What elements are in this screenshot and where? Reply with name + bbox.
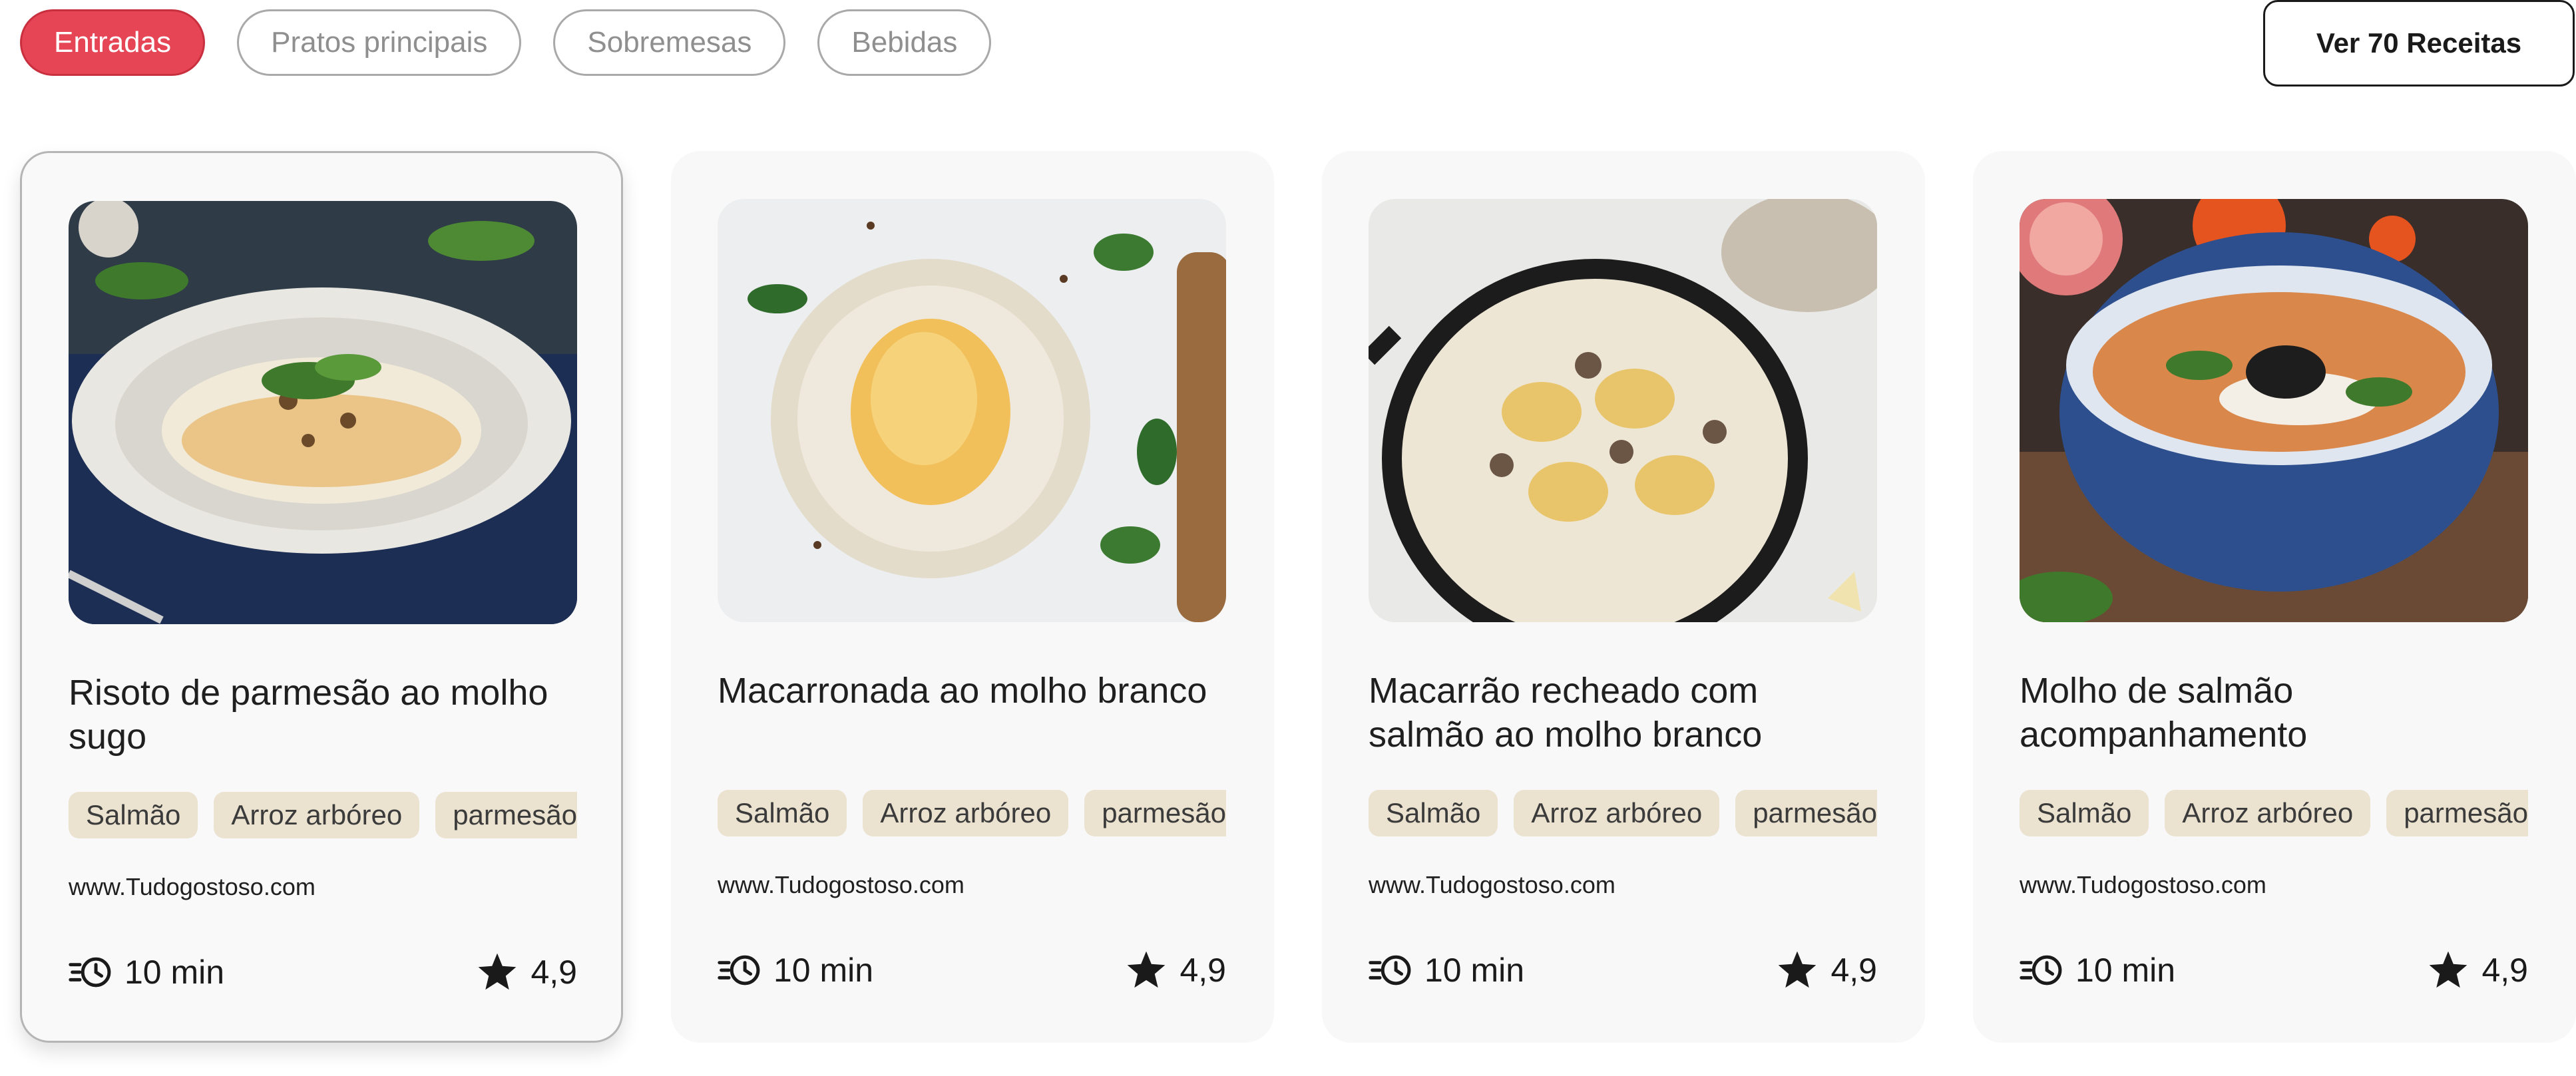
recipe-title: Molho de salmão acompanhamento	[2020, 671, 2308, 755]
rating: 4,9	[2426, 948, 2528, 993]
clock-icon	[69, 957, 111, 987]
ingredient-tags: Salmão Arroz arbóreo parmesão	[2020, 790, 2528, 839]
prep-time-value: 10 min	[1424, 952, 1525, 989]
recipe-photo-ravioli	[1369, 199, 1877, 622]
ingredient-tags: Salmão Arroz arbóreo parmesão	[718, 790, 1226, 839]
recipe-meta: 10 min 4,9	[69, 949, 577, 995]
prep-time-value: 10 min	[124, 954, 225, 991]
prep-time-value: 10 min	[773, 952, 874, 989]
ingredient-tag: Salmão	[1369, 790, 1498, 836]
recipe-source: www.Tudogostoso.com	[2020, 871, 2266, 898]
recipe-card[interactable]: Macarronada ao molho branco Salmão Arroz…	[671, 151, 1274, 1043]
recipe-photo-risotto	[69, 201, 577, 624]
clock-icon	[1369, 955, 1411, 986]
filter-chip-sobremesas[interactable]: Sobremesas	[553, 9, 786, 76]
rating: 4,9	[1775, 948, 1877, 993]
prep-time-value: 10 min	[2075, 952, 2176, 989]
recipe-title: Macarrão recheado com salmão ao molho br…	[1369, 671, 1763, 755]
ingredient-tag: Arroz arbóreo	[2165, 790, 2371, 836]
star-icon	[1128, 951, 1166, 988]
ingredient-tag: parmesão	[1084, 790, 1226, 836]
clock-icon	[2020, 955, 2062, 986]
star-icon	[479, 953, 517, 990]
recipe-source: www.Tudogostoso.com	[718, 871, 965, 898]
ingredient-tags: Salmão Arroz arbóreo parmesão	[69, 792, 577, 841]
recipe-photo-fettuccine	[718, 199, 1226, 622]
ingredient-tag: Arroz arbóreo	[863, 790, 1069, 836]
clock-icon	[718, 955, 760, 986]
star-icon	[2430, 951, 2468, 988]
rating-value: 4,9	[1830, 952, 1877, 989]
ingredient-tag: Salmão	[69, 792, 198, 838]
filter-chip-entradas[interactable]: Entradas	[20, 9, 206, 76]
prep-time: 10 min	[1369, 948, 1524, 993]
recipe-photo-soup	[2020, 199, 2528, 622]
category-filter-bar: Entradas Pratos principais Sobremesas Be…	[20, 9, 992, 76]
recipe-title: Macarronada ao molho branco	[718, 671, 1207, 711]
recipe-meta: 10 min 4,9	[718, 947, 1226, 993]
star-icon	[1779, 951, 1817, 988]
rating-value: 4,9	[531, 954, 577, 991]
ingredient-tag: parmesão	[2386, 790, 2528, 836]
prep-time: 10 min	[718, 948, 873, 993]
ingredient-tag: parmesão	[1735, 790, 1877, 836]
recipe-source: www.Tudogostoso.com	[69, 873, 316, 900]
rating: 4,9	[1124, 948, 1226, 993]
rating-value: 4,9	[2481, 952, 2528, 989]
recipe-card[interactable]: Molho de salmão acompanhamento Salmão Ar…	[1973, 151, 2576, 1043]
recipe-meta: 10 min 4,9	[1369, 947, 1877, 993]
recipe-source: www.Tudogostoso.com	[1369, 871, 1615, 898]
recipe-card[interactable]: Risoto de parmesão ao molho sugo Salmão …	[20, 151, 623, 1043]
ingredient-tags: Salmão Arroz arbóreo parmesão	[1369, 790, 1877, 839]
recipe-card-grid: Risoto de parmesão ao molho sugo Salmão …	[20, 151, 2576, 1043]
prep-time: 10 min	[69, 950, 224, 995]
recipe-meta: 10 min 4,9	[2020, 947, 2528, 993]
recipe-title: Risoto de parmesão ao molho sugo	[69, 673, 548, 757]
recipe-card[interactable]: Macarrão recheado com salmão ao molho br…	[1322, 151, 1925, 1043]
rating: 4,9	[475, 950, 577, 995]
see-all-recipes-button[interactable]: Ver 70 Receitas	[2263, 0, 2575, 87]
ingredient-tag: Salmão	[718, 790, 847, 836]
filter-chip-bebidas[interactable]: Bebidas	[817, 9, 992, 76]
ingredient-tag: Arroz arbóreo	[214, 792, 420, 838]
prep-time: 10 min	[2020, 948, 2175, 993]
ingredient-tag: Arroz arbóreo	[1514, 790, 1720, 836]
rating-value: 4,9	[1180, 952, 1226, 989]
filter-chip-pratos-principais[interactable]: Pratos principais	[237, 9, 522, 76]
ingredient-tag: parmesão	[435, 792, 577, 838]
ingredient-tag: Salmão	[2020, 790, 2149, 836]
